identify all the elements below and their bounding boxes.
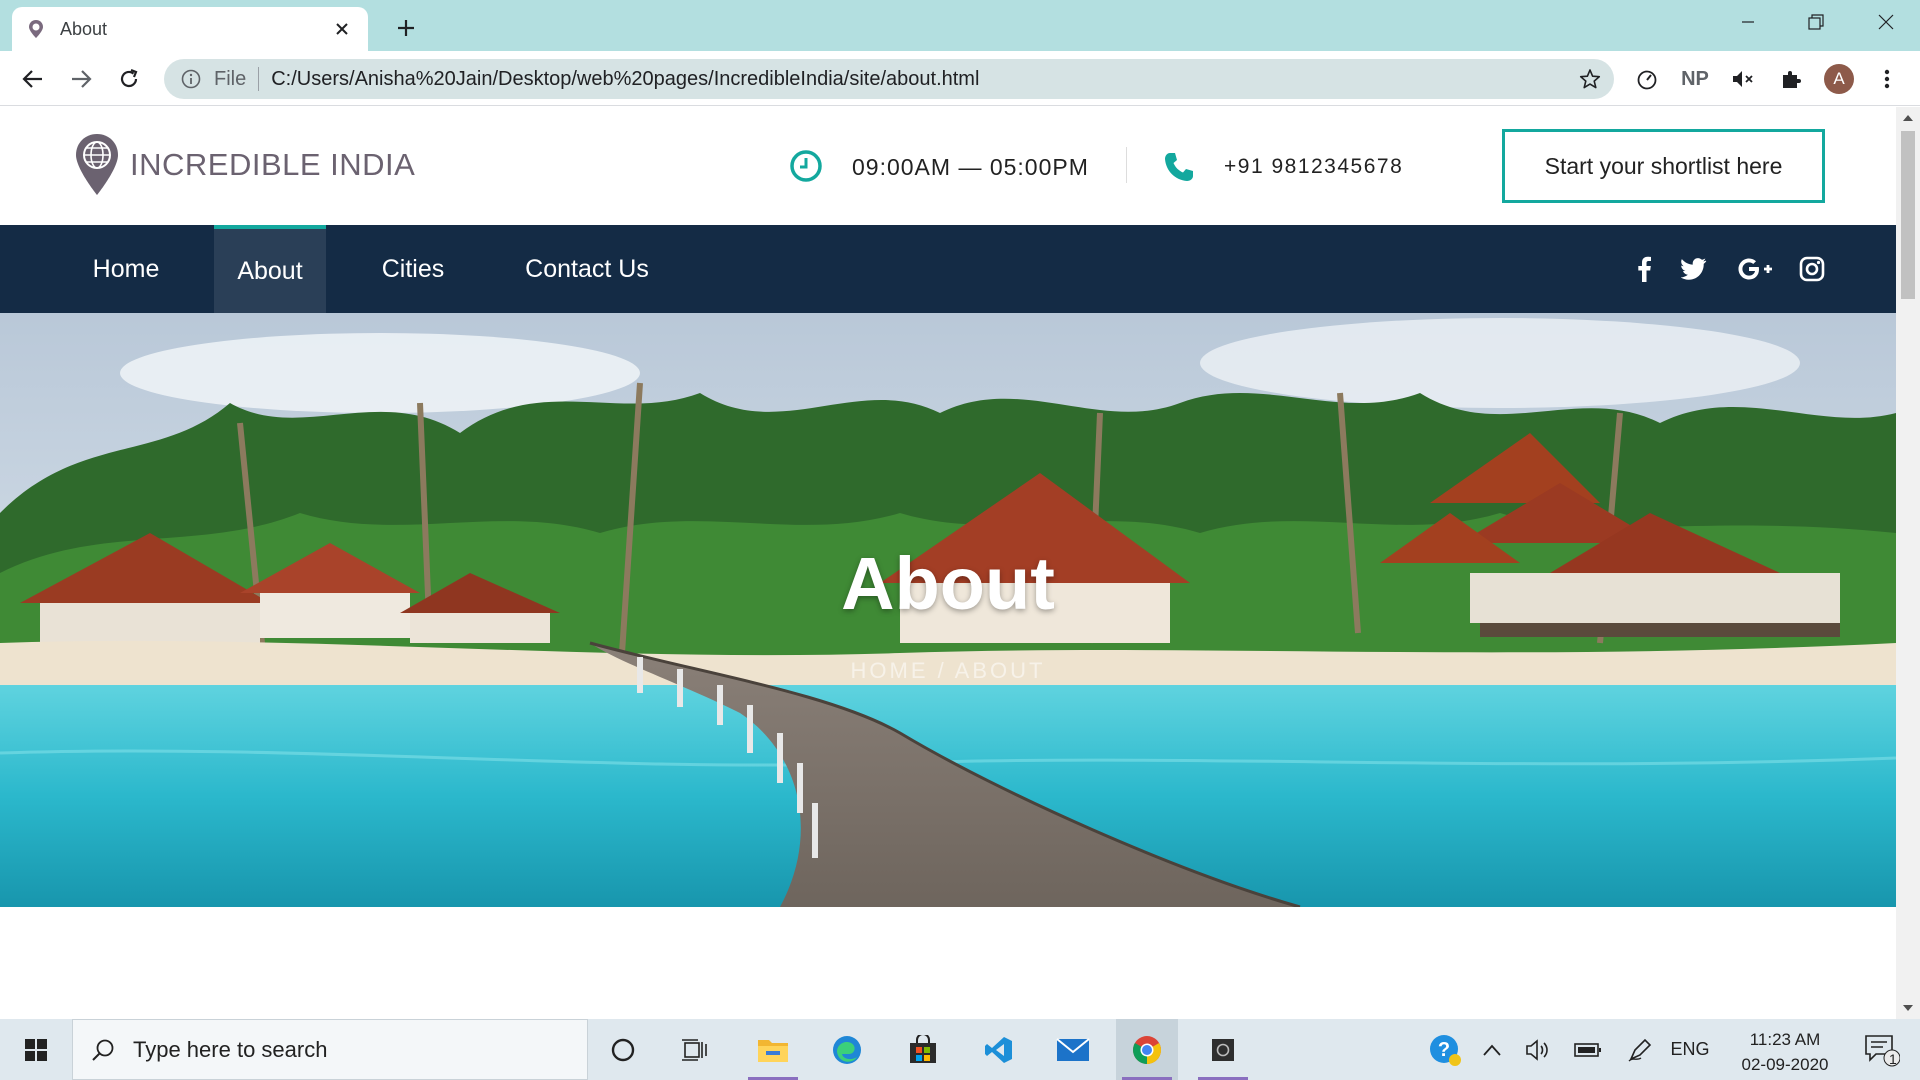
browser-tab[interactable]: About [12,7,368,51]
np-extension-icon[interactable]: NP [1678,62,1712,96]
task-view-icon[interactable] [664,1019,726,1080]
input-language[interactable]: ENG [1668,1019,1712,1080]
phone-icon [1165,153,1193,181]
clock-time: 11:23 AM [1749,1030,1821,1049]
browser-toolbar: File C:/Users/Anisha%20Jain/Desktop/web%… [0,51,1920,106]
globe-pin-logo-icon [76,134,118,195]
address-bar[interactable]: File C:/Users/Anisha%20Jain/Desktop/web%… [164,59,1614,99]
tab-title: About [60,18,108,39]
bookmark-star-icon[interactable] [1578,67,1602,91]
twitter-icon[interactable] [1678,253,1710,285]
close-window-icon[interactable] [1862,8,1910,36]
file-explorer-icon[interactable] [742,1019,804,1080]
site-logo[interactable]: INCREDIBLE INDIA [74,132,415,198]
nav-item-about[interactable]: About [214,225,326,313]
edge-browser-icon[interactable] [816,1019,878,1080]
pen-icon[interactable] [1620,1019,1660,1080]
scroll-down-arrow-icon[interactable] [1903,1005,1913,1011]
facebook-icon[interactable] [1628,253,1660,285]
location-pin-favicon-icon [26,19,46,39]
nav-item-contact-us[interactable]: Contact Us [508,225,666,313]
chrome-icon[interactable] [1116,1019,1178,1080]
browser-tabstrip: About [0,0,1920,51]
logo-text: INCREDIBLE INDIA [130,147,416,182]
speedometer-extension-icon[interactable] [1630,62,1664,96]
forward-arrow-icon[interactable] [64,62,98,96]
new-tab-icon[interactable] [390,12,422,44]
site-header: INCREDIBLE INDIA 09:00AM — 05:00PM +91 9… [0,107,1896,225]
extensions-puzzle-icon[interactable] [1774,62,1808,96]
url-text[interactable]: C:/Users/Anisha%20Jain/Desktop/web%20pag… [271,68,979,91]
microsoft-store-icon[interactable] [892,1019,954,1080]
google-plus-icon[interactable] [1734,253,1778,285]
header-divider [1126,147,1127,183]
breadcrumb: HOME / ABOUT [850,658,1046,683]
main-navigation: Home About Cities Contact Us [0,225,1896,313]
volume-icon[interactable] [1518,1019,1558,1080]
start-shortlist-button[interactable]: Start your shortlist here [1502,129,1825,203]
instagram-icon[interactable] [1796,253,1828,285]
chevron-up-icon[interactable] [1474,1019,1510,1080]
more-menu-icon[interactable] [1870,62,1904,96]
page-scrollbar[interactable] [1896,107,1920,1019]
windows-start-icon[interactable] [0,1019,72,1080]
hero-title: About [841,542,1055,625]
hero-banner: About HOME / ABOUT [0,313,1896,907]
mute-tab-icon[interactable] [1726,62,1760,96]
page-viewport: INCREDIBLE INDIA 09:00AM — 05:00PM +91 9… [0,107,1896,1019]
info-icon[interactable] [180,68,202,90]
windows-taskbar: Type here to search ? ENG 11:23 AM 02-09… [0,1019,1920,1080]
cortana-icon[interactable] [592,1019,654,1080]
url-scheme-label: File [214,67,247,90]
search-placeholder: Type here to search [133,1036,328,1062]
notification-count: 1 [1889,1051,1897,1067]
scrollbar-thumb[interactable] [1901,131,1915,299]
taskbar-clock[interactable]: 11:23 AM 02-09-2020 [1720,1027,1850,1077]
opening-hours: 09:00AM — 05:00PM [852,154,1089,180]
phone-number[interactable]: +91 9812345678 [1224,155,1403,179]
profile-avatar[interactable]: A [1824,64,1854,94]
back-arrow-icon[interactable] [16,62,50,96]
notifications-icon[interactable]: 1 [1852,1019,1912,1080]
nav-item-home[interactable]: Home [74,225,178,313]
vscode-icon[interactable] [968,1019,1030,1080]
search-icon [92,1039,114,1061]
nav-item-cities[interactable]: Cities [362,225,464,313]
svg-text:?: ? [1438,1039,1450,1061]
mail-icon[interactable] [1042,1019,1104,1080]
taskbar-search-box[interactable]: Type here to search [72,1019,588,1080]
battery-icon[interactable] [1566,1019,1610,1080]
clock-date: 02-09-2020 [1741,1055,1829,1074]
reload-icon[interactable] [112,62,146,96]
restore-icon[interactable] [1792,8,1840,36]
close-tab-icon[interactable] [330,17,354,41]
scroll-up-arrow-icon[interactable] [1903,115,1913,121]
clock-icon [790,150,822,182]
help-icon[interactable]: ? [1420,1019,1470,1080]
minimize-icon[interactable] [1724,8,1772,36]
recording-app-icon[interactable] [1192,1019,1254,1080]
omnibox-divider [258,67,260,91]
